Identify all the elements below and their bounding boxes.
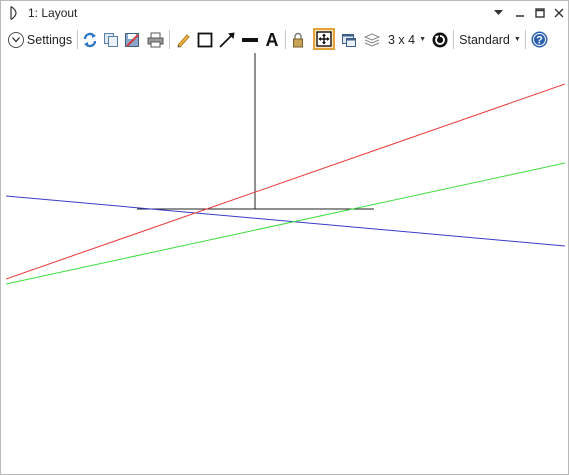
save-icon: [125, 32, 139, 47]
arrow-button[interactable]: [217, 29, 237, 50]
lock-icon: [293, 32, 303, 47]
layout-canvas[interactable]: [6, 53, 565, 471]
refresh-button[interactable]: [81, 29, 99, 50]
copy-icon: [104, 32, 118, 47]
toolbar-separator: [77, 30, 78, 49]
settings-button[interactable]: Settings: [7, 29, 73, 50]
rectangle-icon: [197, 32, 213, 47]
pencil-icon: [177, 33, 190, 48]
toolbar-separator: [525, 30, 526, 49]
maximize-button[interactable]: [531, 4, 549, 22]
pencil-button[interactable]: [174, 29, 192, 50]
ray-blue: [6, 195, 565, 247]
toolbar-separator: [453, 30, 454, 49]
help-button[interactable]: ?: [530, 29, 548, 50]
maximize-icon: [535, 8, 545, 18]
copy-button[interactable]: [102, 29, 120, 50]
view-dropdown[interactable]: Standard ▼: [458, 29, 522, 50]
chevron-down-icon: ▼: [513, 36, 521, 43]
line-button[interactable]: [240, 29, 260, 50]
layers-icon: [364, 32, 380, 47]
chevron-down-icon: ▼: [419, 36, 427, 43]
help-icon: ?: [531, 31, 547, 48]
print-button[interactable]: [145, 29, 165, 50]
refresh-icon: [83, 32, 97, 47]
close-icon: [554, 8, 564, 18]
toolbar-separator: [169, 30, 170, 49]
layers-dropdown[interactable]: 3 x 4 ▼: [386, 29, 428, 50]
settings-label: Settings: [26, 32, 73, 47]
minimize-button[interactable]: [511, 4, 529, 22]
layers-button[interactable]: [363, 29, 381, 50]
view-value: Standard: [459, 32, 510, 47]
windows-button[interactable]: [340, 29, 358, 50]
toolbar: Settings A 3 x 4 ▼ Standard ▼ ?: [1, 26, 568, 53]
lock-button[interactable]: [290, 29, 306, 50]
line-icon: [242, 37, 258, 42]
text-button[interactable]: A: [263, 29, 281, 50]
window-title: 1: Layout: [28, 6, 78, 20]
close-button[interactable]: [550, 4, 568, 22]
lens-app-icon: [10, 5, 17, 21]
toolbar-separator: [285, 30, 286, 49]
layers-value: 3 x 4: [387, 32, 416, 47]
chevron-down-icon: [493, 10, 503, 15]
layout-window: 1: Layout Settings A 3 x 4 ▼ Standard ▼ …: [0, 0, 569, 475]
window-dropdown-button[interactable]: [489, 4, 507, 22]
fit-window-icon: [316, 31, 332, 47]
text-icon: A: [266, 31, 279, 48]
svg-text:?: ?: [536, 35, 543, 47]
save-button[interactable]: [123, 29, 141, 50]
rotate-button[interactable]: [431, 29, 449, 50]
rotate-icon: [432, 32, 448, 47]
expand-circle-icon: [7, 31, 24, 48]
title-bar: 1: Layout: [1, 1, 568, 25]
windows-icon: [342, 33, 356, 47]
fit-window-button[interactable]: [313, 28, 335, 50]
arrow-icon: [219, 32, 235, 48]
rectangle-button[interactable]: [196, 29, 214, 50]
print-icon: [147, 32, 163, 47]
minimize-icon: [516, 15, 524, 17]
svg-text:A: A: [266, 31, 279, 48]
